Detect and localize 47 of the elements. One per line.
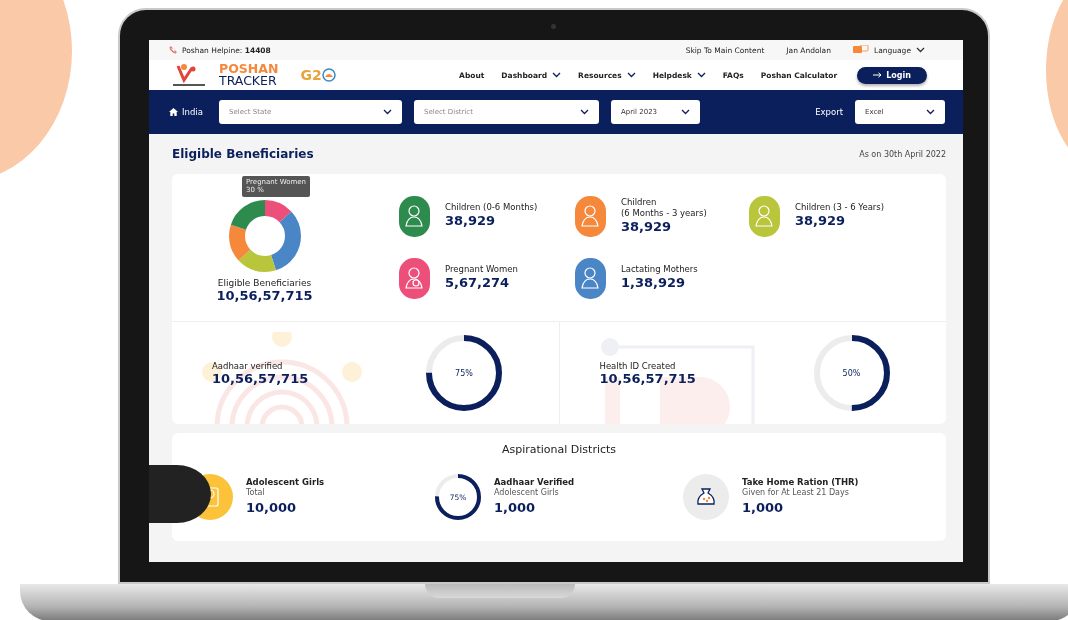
- home-icon: [169, 108, 178, 116]
- group-value: 38,929: [445, 213, 497, 230]
- stat-value: 10,56,57,715: [599, 370, 697, 386]
- item-value: 10,000: [246, 501, 298, 516]
- item-title: Take Home Ration (THR): [742, 477, 859, 488]
- brand-name: POSHAN TRACKER: [219, 63, 279, 87]
- group-label: Children (0-6 Months): [445, 202, 538, 214]
- item-title: Adolescent Girls: [246, 477, 325, 488]
- section-title: Eligible Beneficiaries: [172, 147, 314, 161]
- item-subtitle: Given for At Least 21 Days: [742, 487, 850, 497]
- group-label: Lactating Mothers: [621, 264, 698, 276]
- stat-value: 10,56,57,715: [212, 370, 310, 386]
- chevron-down-icon: [383, 109, 392, 115]
- g20-text: G2: [300, 67, 322, 83]
- section-title: Aspirational Districts: [500, 443, 618, 456]
- dark-blob-shape: [149, 465, 211, 523]
- arrow-right-icon: [873, 71, 883, 78]
- group-label: Pregnant Women: [445, 264, 518, 276]
- chart-label: Eligible Beneficiaries: [217, 278, 312, 288]
- item-value: 1,000: [494, 501, 537, 516]
- export-label: Export: [815, 107, 843, 117]
- login-button[interactable]: Login: [857, 66, 927, 84]
- stat-label: Aadhaar verified: [212, 360, 284, 371]
- lotus-globe-icon: [321, 68, 336, 82]
- group-label: Children (6 Months - 3 years): [621, 196, 707, 219]
- percent-label: 50%: [842, 368, 861, 378]
- item-subtitle: Total: [246, 487, 266, 497]
- stat-label: Health ID Created: [599, 360, 677, 371]
- chevron-down-icon: [681, 109, 690, 115]
- chevron-down-icon: [580, 109, 589, 115]
- group-value: 38,929: [795, 213, 847, 230]
- phone-icon: [169, 46, 177, 54]
- total-value: 10,56,57,715: [216, 288, 313, 303]
- group-value: 1,38,929: [621, 275, 687, 292]
- item-value: 1,000: [742, 501, 785, 516]
- date-note: As on 30th April 2022: [859, 149, 946, 159]
- breadcrumb-link[interactable]: India: [182, 107, 203, 117]
- chevron-down-icon: [926, 109, 935, 115]
- translate-icon: [853, 45, 869, 55]
- chevron-down-icon: [916, 47, 925, 53]
- item-title: Aadhaar Verified: [494, 477, 575, 488]
- group-value: 5,67,274: [445, 275, 511, 292]
- camera-dot: [551, 24, 556, 29]
- group-value: 38,929: [621, 218, 673, 236]
- item-subtitle: Adolescent Girls: [494, 487, 560, 497]
- percent-label: 75%: [455, 368, 473, 378]
- group-label: Children (3 - 6 Years): [795, 202, 885, 214]
